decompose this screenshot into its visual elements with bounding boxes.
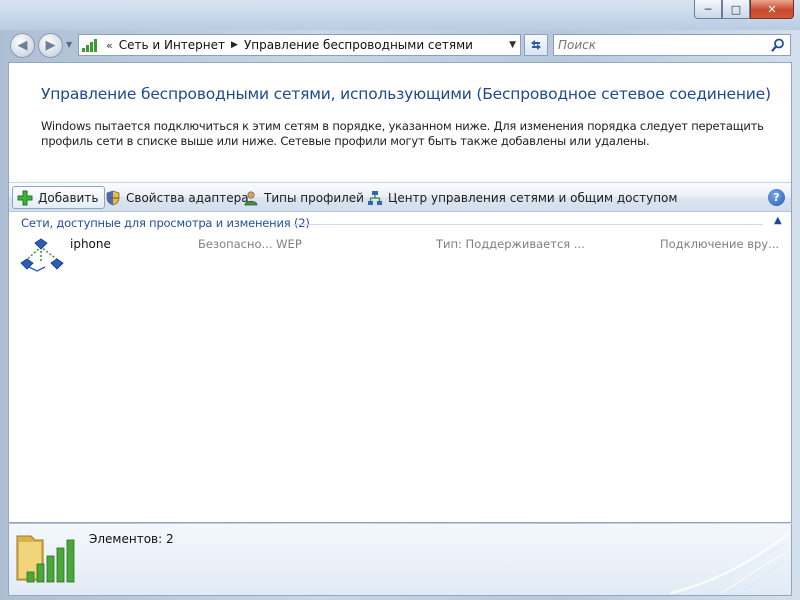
search-box[interactable]: [553, 34, 791, 56]
navigation-bar: ◀ ▶ ▼ « Сеть и Интернет ▶ Управление бес…: [0, 30, 800, 60]
network-type: Тип: Поддерживается ...: [436, 237, 585, 251]
minimize-button[interactable]: ─: [694, 0, 722, 19]
breadcrumb-network-internet[interactable]: Сеть и Интернет: [119, 38, 225, 52]
maximize-button[interactable]: □: [722, 0, 750, 19]
network-name: iphone: [70, 237, 111, 251]
command-bar: Добавить Свойства адаптера Типы профилей: [9, 182, 791, 212]
breadcrumb-separator-icon[interactable]: ▶: [231, 40, 238, 50]
decorative-swirl: [670, 532, 790, 594]
profile-types-button[interactable]: Типы профилей: [243, 186, 364, 209]
wireless-network-icon: [20, 238, 64, 272]
wireless-folder-icon: [16, 535, 75, 583]
close-button[interactable]: ✕: [750, 0, 794, 19]
item-count: Элементов: 2: [89, 532, 174, 546]
address-dropdown-icon[interactable]: ▼: [509, 40, 516, 50]
add-plus-icon: [17, 190, 33, 206]
page-header: Управление беспроводными сетями, использ…: [9, 63, 791, 181]
page-title: Управление беспроводными сетями, использ…: [41, 85, 771, 103]
group-header[interactable]: Сети, доступные для просмотра и изменени…: [21, 216, 310, 230]
back-button[interactable]: ◀: [10, 33, 35, 58]
list-item[interactable]: iphone Безопасно... WEP Тип: Поддерживае…: [13, 231, 787, 277]
refresh-icon: [531, 40, 541, 50]
adapter-properties-label: Свойства адаптера: [126, 190, 249, 205]
breadcrumb-overflow[interactable]: «: [106, 39, 113, 52]
main-content: Управление беспроводными сетями, использ…: [8, 62, 792, 523]
forward-arrow-icon: ▶: [45, 38, 56, 53]
network-center-label: Центр управления сетями и общим доступом: [388, 190, 678, 205]
network-signal-icon: [82, 38, 100, 52]
search-input[interactable]: [558, 38, 758, 52]
adapter-properties-button[interactable]: Свойства адаптера: [105, 186, 249, 209]
back-arrow-icon: ◀: [17, 38, 28, 53]
forward-button[interactable]: ▶: [38, 33, 63, 58]
details-pane: Элементов: 2: [8, 524, 792, 596]
user-icon: [243, 190, 259, 206]
recent-pages-dropdown[interactable]: ▼: [66, 40, 72, 49]
network-center-button[interactable]: Центр управления сетями и общим доступом: [367, 186, 677, 209]
breadcrumb-wireless-networks[interactable]: Управление беспроводными сетями: [244, 38, 473, 52]
address-bar[interactable]: « Сеть и Интернет ▶ Управление беспровод…: [78, 34, 521, 56]
shield-icon: [105, 190, 121, 206]
network-security: Безопасно... WEP: [198, 237, 302, 251]
add-button-label: Добавить: [38, 190, 99, 205]
search-icon[interactable]: [771, 38, 785, 52]
add-button[interactable]: Добавить: [12, 186, 106, 209]
refresh-button[interactable]: [524, 34, 548, 56]
page-description: Windows пытается подключиться к этим сет…: [41, 119, 764, 148]
collapse-chevron-icon[interactable]: ▲: [774, 215, 782, 226]
window-controls: ─ □ ✕: [694, 0, 794, 19]
network-center-icon: [367, 190, 383, 206]
profile-types-label: Типы профилей: [264, 190, 364, 205]
help-icon[interactable]: ?: [768, 189, 785, 206]
network-connection: Подключение вру...: [660, 237, 780, 251]
title-bar: ─ □ ✕: [0, 0, 800, 30]
group-divider: [293, 224, 763, 225]
